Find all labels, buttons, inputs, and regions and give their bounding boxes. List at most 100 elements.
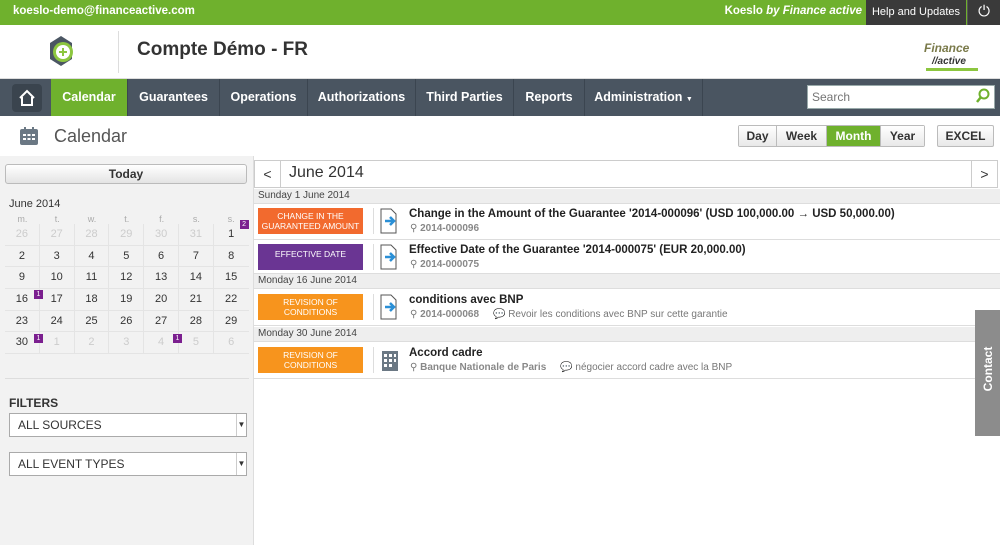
calendar-day: 4 bbox=[158, 336, 165, 349]
calendar-day[interactable]: 28 bbox=[179, 310, 214, 332]
event-reference[interactable]: 2014-000068 bbox=[420, 309, 479, 320]
calendar-day[interactable]: 3 bbox=[40, 245, 75, 267]
calendar-day[interactable]: 29 bbox=[214, 311, 249, 332]
event-meta: ⚲ 2014-000096 bbox=[410, 223, 479, 234]
event-title[interactable]: Accord cadre bbox=[409, 347, 483, 359]
power-icon[interactable]: ⏻ bbox=[967, 0, 1000, 25]
event-count-badge: 1 bbox=[34, 290, 43, 299]
event-comment: Revoir les conditions avec BNP sur cette… bbox=[508, 309, 728, 320]
nav-authorizations[interactable]: Authorizations bbox=[308, 79, 416, 116]
user-email[interactable]: koeslo-demo@financeactive.com bbox=[13, 5, 195, 17]
nav-administration-label: Administration bbox=[594, 90, 683, 104]
search-input[interactable] bbox=[808, 86, 968, 108]
nav-guarantees[interactable]: Guarantees bbox=[128, 79, 220, 116]
event-type-tag: REVISION OF CONDITIONS bbox=[258, 294, 363, 320]
calendar-day[interactable]: 27 bbox=[40, 224, 75, 245]
calendar-day[interactable]: 2 bbox=[75, 332, 110, 354]
page-title: Calendar bbox=[54, 126, 128, 146]
calendar-day[interactable]: 11 bbox=[75, 267, 110, 289]
calendar-day[interactable]: 22 bbox=[214, 289, 249, 310]
weekday-label: s. bbox=[192, 214, 200, 224]
view-week-button[interactable]: Week bbox=[777, 126, 827, 146]
calendar-day[interactable]: 18 bbox=[75, 289, 110, 310]
nav-administration[interactable]: Administration ▼ bbox=[585, 79, 703, 116]
event-title[interactable]: Change in the Amount of the Guarantee '2… bbox=[409, 208, 895, 220]
brand-text: Koeslo by Finance active bbox=[725, 5, 862, 17]
event-row[interactable]: REVISION OF CONDITIONS Accord cadre ⚲ Ba… bbox=[254, 343, 1000, 379]
app-header: Compte Démo - FR Finance //active bbox=[0, 25, 1000, 79]
calendar-day[interactable]: 2 bbox=[5, 245, 40, 267]
calendar-day[interactable]: 1 bbox=[40, 332, 75, 354]
contact-tab[interactable]: Contact bbox=[975, 310, 1000, 436]
view-year-button[interactable]: Year bbox=[881, 126, 924, 146]
nav-reports[interactable]: Reports bbox=[514, 79, 585, 116]
sources-select[interactable]: ALL SOURCES ▼ bbox=[9, 413, 247, 437]
next-month-icon[interactable]: > bbox=[971, 161, 997, 187]
calendar-day[interactable]: 3 bbox=[109, 332, 145, 354]
event-row[interactable]: CHANGE IN THE GUARANTEED AMOUNT Change i… bbox=[254, 204, 1000, 240]
event-meta: ⚲ Banque Nationale de Paris 💬 négocier a… bbox=[410, 362, 732, 373]
event-meta: ⚲ 2014-000068 💬 Revoir les conditions av… bbox=[410, 309, 728, 320]
dropdown-arrow-icon: ▼ bbox=[236, 453, 246, 475]
calendar-day[interactable]: 23 bbox=[5, 310, 40, 332]
today-button[interactable]: Today bbox=[5, 164, 247, 184]
help-updates-button[interactable]: Help and Updates bbox=[866, 0, 966, 25]
event-comment: négocier accord cadre avec la BNP bbox=[575, 362, 733, 373]
search-icon[interactable] bbox=[975, 88, 991, 104]
excel-export-button[interactable]: EXCEL bbox=[937, 125, 994, 147]
calendar-day[interactable]: 9 bbox=[5, 267, 40, 289]
calendar-day[interactable]: 31 bbox=[179, 224, 214, 245]
view-month-button[interactable]: Month bbox=[827, 126, 881, 146]
mini-calendar: June 2014 m. t. w. t. f. s. s. 26 27 28 … bbox=[5, 194, 249, 355]
calendar-day[interactable]: 25 bbox=[75, 310, 110, 332]
prev-month-icon[interactable]: < bbox=[255, 161, 281, 187]
event-divider bbox=[373, 208, 374, 234]
home-icon[interactable] bbox=[12, 84, 42, 112]
guarantee-document-icon bbox=[380, 294, 397, 320]
calendar-day[interactable]: 5 bbox=[179, 332, 214, 354]
nav-calendar[interactable]: Calendar bbox=[51, 79, 128, 116]
calendar-day[interactable]: 5 bbox=[109, 245, 145, 267]
calendar-day[interactable]: 8 bbox=[214, 246, 249, 267]
calendar-day[interactable]: 12 bbox=[109, 267, 145, 289]
view-day-button[interactable]: Day bbox=[739, 126, 777, 146]
event-title[interactable]: Effective Date of the Guarantee '2014-00… bbox=[409, 244, 746, 256]
calendar-day[interactable]: 17 bbox=[40, 289, 75, 310]
calendar-day[interactable]: 21 bbox=[179, 289, 214, 310]
calendar-day[interactable]: 6 bbox=[214, 332, 249, 353]
calendar-day[interactable]: 4 bbox=[75, 245, 110, 267]
calendar-day[interactable]: 6 bbox=[144, 245, 179, 267]
calendar-day-cell[interactable]: 12 bbox=[214, 220, 249, 245]
calendar-day[interactable]: 24 bbox=[40, 310, 75, 332]
calendar-day[interactable]: 20 bbox=[144, 289, 179, 310]
nav-third-parties[interactable]: Third Parties bbox=[416, 79, 514, 116]
event-row[interactable]: REVISION OF CONDITIONS conditions avec B… bbox=[254, 290, 1000, 326]
calendar-day[interactable]: 14 bbox=[179, 267, 214, 289]
calendar-day[interactable]: 30 bbox=[144, 224, 179, 245]
calendar-day[interactable]: 26 bbox=[5, 224, 40, 245]
event-reference[interactable]: 2014-000096 bbox=[420, 223, 479, 234]
event-types-select[interactable]: ALL EVENT TYPES ▼ bbox=[9, 452, 247, 476]
calendar-day[interactable]: 28 bbox=[75, 224, 110, 245]
calendar-day[interactable]: 19 bbox=[109, 289, 145, 310]
calendar-day[interactable]: 7 bbox=[179, 245, 214, 267]
weekday-label: w. bbox=[87, 214, 97, 224]
finance-active-logo: Finance //active bbox=[924, 41, 978, 71]
sidebar: Today June 2014 m. t. w. t. f. s. s. 26 … bbox=[0, 156, 254, 545]
nav-operations[interactable]: Operations bbox=[220, 79, 308, 116]
event-reference[interactable]: Banque Nationale de Paris bbox=[420, 362, 546, 373]
calendar-day[interactable]: 13 bbox=[144, 267, 179, 289]
dropdown-arrow-icon: ▼ bbox=[236, 414, 246, 436]
calendar-day[interactable]: 10 bbox=[40, 267, 75, 289]
calendar-day[interactable]: 27 bbox=[144, 310, 179, 332]
calendar-day[interactable]: 29 bbox=[109, 224, 145, 245]
guarantee-document-icon bbox=[380, 244, 397, 270]
calendar-day[interactable]: 26 bbox=[109, 310, 145, 332]
calendar-day[interactable]: 15 bbox=[214, 267, 249, 288]
event-reference[interactable]: 2014-000075 bbox=[420, 259, 479, 270]
chevron-down-icon: ▼ bbox=[685, 96, 693, 103]
calendar-icon bbox=[20, 127, 38, 145]
event-row[interactable]: EFFECTIVE DATE Effective Date of the Gua… bbox=[254, 240, 1000, 274]
link-icon: ⚲ bbox=[410, 309, 418, 320]
event-title[interactable]: conditions avec BNP bbox=[409, 294, 523, 306]
